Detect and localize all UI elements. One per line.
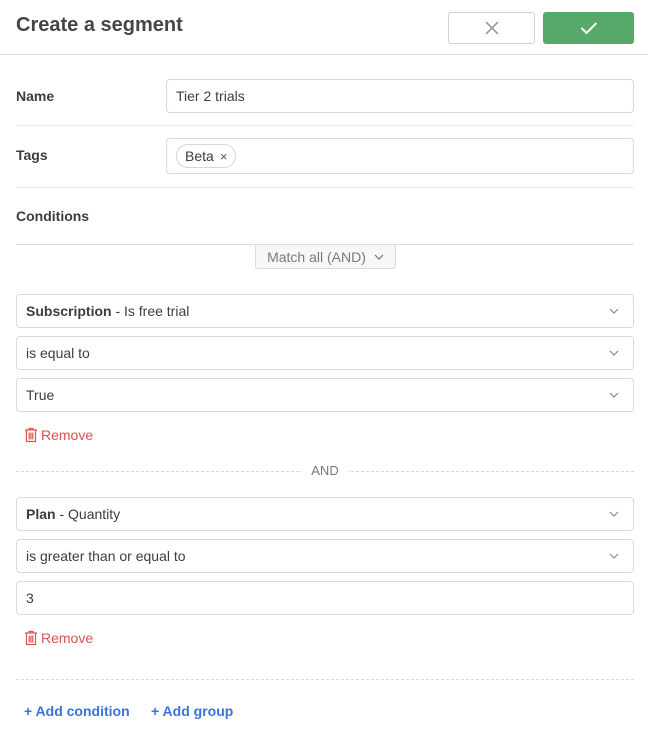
tags-label: Tags [16, 147, 48, 163]
and-joiner-label: AND [302, 463, 348, 478]
chevron-down-icon [607, 388, 621, 402]
page-title: Create a segment [16, 14, 183, 36]
condition-2-operator-select[interactable]: is greater than or equal to [16, 539, 634, 573]
remove-label: Remove [41, 427, 94, 443]
chevron-down-icon [374, 254, 384, 260]
condition-2-value: 3 [26, 590, 34, 606]
divider [16, 125, 634, 126]
condition-2-field-property: - Quantity [55, 506, 121, 522]
condition-1-field-category: Subscription [26, 303, 112, 319]
actions-divider [16, 679, 634, 680]
trash-icon [25, 427, 37, 443]
tags-input[interactable]: Beta × [166, 138, 634, 174]
condition-1-field-text: Subscription - Is free trial [26, 303, 189, 319]
condition-2-operator: is greater than or equal to [26, 548, 186, 564]
cancel-button[interactable] [448, 12, 535, 44]
match-mode-label: Match all (AND) [267, 248, 366, 265]
condition-1-remove-button[interactable]: Remove [24, 427, 93, 443]
condition-2-field-category: Plan [26, 506, 56, 522]
chevron-down-icon [607, 304, 621, 318]
add-group-link[interactable]: + Add group [151, 703, 233, 719]
condition-1-field-select[interactable]: Subscription - Is free trial [16, 294, 634, 328]
condition-1-field-property: - Is free trial [111, 303, 190, 319]
save-button[interactable] [543, 12, 634, 44]
tag-chip: Beta × [176, 144, 237, 168]
condition-1-value-select[interactable]: True [16, 378, 634, 412]
trash-icon [25, 630, 37, 646]
name-label: Name [16, 88, 55, 104]
check-icon [580, 22, 597, 35]
name-input[interactable]: Tier 2 trials [166, 79, 634, 113]
name-input-value: Tier 2 trials [176, 88, 245, 104]
condition-2-value-input[interactable]: 3 [16, 581, 634, 615]
condition-1-operator: is equal to [26, 345, 90, 361]
add-condition-link[interactable]: + Add condition [24, 703, 130, 719]
condition-1-operator-select[interactable]: is equal to [16, 336, 634, 370]
header: Create a segment [0, 0, 648, 55]
condition-2-field-text: Plan - Quantity [26, 506, 120, 522]
close-icon [484, 21, 499, 35]
remove-label: Remove [41, 630, 94, 646]
tag-label: Beta [185, 148, 214, 164]
conditions-label: Conditions [16, 208, 90, 224]
tag-remove-icon[interactable]: × [220, 149, 228, 164]
condition-1-value: True [26, 387, 55, 403]
divider [16, 187, 634, 188]
chevron-down-icon [607, 549, 621, 563]
chevron-down-icon [607, 346, 621, 360]
condition-2-remove-button[interactable]: Remove [24, 630, 93, 646]
match-mode-dropdown[interactable]: Match all (AND) [255, 245, 396, 269]
condition-2-field-select[interactable]: Plan - Quantity [16, 497, 634, 531]
chevron-down-icon [607, 507, 621, 521]
